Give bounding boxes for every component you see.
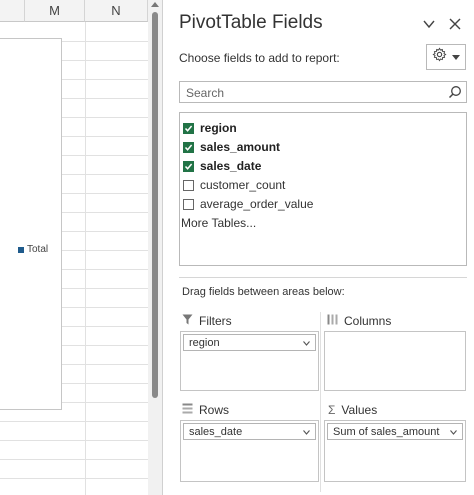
checkbox-checked-icon[interactable] (183, 160, 194, 172)
rows-label: Rows (199, 403, 230, 417)
field-item-region[interactable]: region (183, 119, 237, 137)
field-list: region sales_amount sales_date customer_… (179, 112, 467, 266)
field-item-sales-amount[interactable]: sales_amount (183, 138, 280, 156)
values-chip-sum-of-sales-amount[interactable]: Sum of sales_amount (327, 423, 463, 440)
chevron-down-icon[interactable] (303, 426, 310, 438)
legend-label: Total (27, 244, 49, 255)
layout-settings-button[interactable] (426, 44, 466, 70)
chevron-down-icon[interactable] (450, 426, 457, 438)
gear-icon (432, 47, 447, 67)
search-icon[interactable] (448, 85, 462, 104)
grid-line (0, 478, 148, 479)
chip-label: sales_date (189, 425, 243, 438)
field-item-sales-date[interactable]: sales_date (183, 157, 261, 175)
vertical-scrollbar[interactable] (148, 0, 162, 495)
values-area-header: Σ Values (328, 401, 377, 419)
filters-drop-zone[interactable]: region (180, 331, 319, 391)
checkbox-unchecked-icon[interactable] (183, 179, 194, 191)
field-item-customer-count[interactable]: customer_count (183, 176, 285, 194)
spreadsheet-grid[interactable]: M N Total (0, 0, 148, 495)
columns-icon (327, 314, 338, 328)
field-label: sales_amount (200, 140, 281, 154)
rows-chip-sales-date[interactable]: sales_date (183, 423, 316, 440)
search-input[interactable] (184, 84, 443, 102)
column-header-m[interactable]: M (25, 0, 85, 22)
pivot-chart-area[interactable] (0, 38, 62, 410)
drag-fields-label: Drag fields between areas below: (182, 286, 345, 298)
field-item-average-order-value[interactable]: average_order_value (183, 195, 313, 213)
grid-line (85, 22, 86, 495)
sigma-icon: Σ (328, 403, 336, 417)
chip-label: region (189, 336, 220, 349)
chart-legend[interactable]: Total (18, 244, 48, 255)
chevron-down-icon (452, 48, 460, 66)
columns-drop-zone[interactable] (324, 331, 466, 391)
checkbox-checked-icon[interactable] (183, 122, 194, 134)
field-search[interactable] (179, 81, 467, 103)
values-label: Values (341, 403, 378, 417)
columns-label: Columns (344, 314, 392, 328)
filter-icon (182, 314, 193, 328)
field-label: sales_date (200, 159, 262, 173)
checkbox-unchecked-icon[interactable] (183, 198, 194, 210)
checkbox-checked-icon[interactable] (183, 141, 194, 153)
rows-drop-zone[interactable]: sales_date (180, 420, 319, 482)
filters-label: Filters (199, 314, 232, 328)
field-label: average_order_value (200, 197, 314, 211)
section-divider[interactable] (179, 277, 467, 278)
more-tables-link[interactable]: More Tables... (181, 216, 256, 230)
field-label: customer_count (200, 178, 286, 192)
grid-line (0, 421, 148, 422)
scroll-up-arrow-icon[interactable] (151, 2, 159, 7)
rows-area-header: Rows (182, 401, 229, 419)
chip-label: Sum of sales_amount (333, 425, 440, 438)
rows-icon (182, 403, 193, 417)
pivottable-fields-pane: PivotTable Fields Choose fields to add t… (162, 0, 474, 495)
columns-area-header: Columns (327, 312, 391, 330)
legend-swatch (18, 246, 24, 253)
column-header-partial[interactable] (0, 0, 25, 22)
grid-line (0, 459, 148, 460)
scrollbar-thumb[interactable] (152, 12, 158, 398)
filters-area-header: Filters (182, 312, 232, 330)
choose-fields-label: Choose fields to add to report: (179, 51, 340, 65)
column-header-n[interactable]: N (85, 0, 148, 22)
grid-line (0, 440, 148, 441)
pane-options-chevron-icon[interactable] (421, 17, 437, 33)
chevron-down-icon[interactable] (303, 337, 310, 349)
pane-title: PivotTable Fields (179, 12, 323, 33)
close-icon[interactable] (447, 17, 463, 33)
values-drop-zone[interactable]: Sum of sales_amount (324, 420, 466, 482)
filters-chip-region[interactable]: region (183, 334, 316, 351)
field-label: region (200, 121, 237, 135)
area-separator (320, 312, 321, 492)
